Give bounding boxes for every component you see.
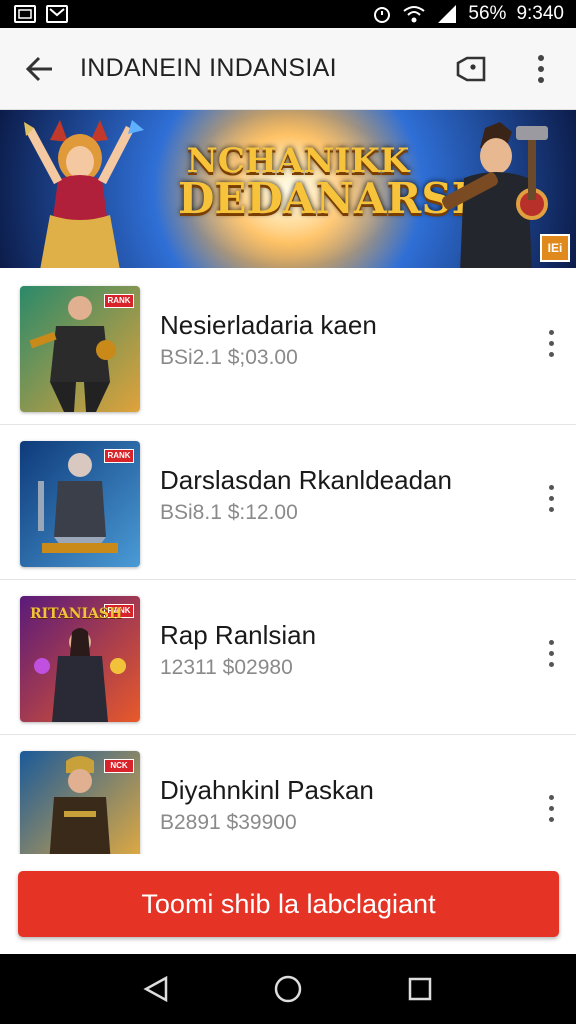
banner-rating-badge: IEi bbox=[540, 234, 570, 262]
product-thumbnail: RANK bbox=[20, 441, 140, 567]
more-vert-icon bbox=[538, 54, 544, 83]
signal-icon bbox=[438, 5, 457, 23]
circle-home-icon bbox=[274, 975, 302, 1003]
system-nav-bar bbox=[0, 954, 576, 1024]
nav-back-button[interactable] bbox=[126, 959, 186, 1019]
thumbnail-badge: RANK bbox=[104, 449, 134, 463]
product-thumbnail: NCK bbox=[20, 751, 140, 854]
wifi-icon bbox=[403, 6, 426, 23]
item-more-button[interactable] bbox=[544, 781, 558, 835]
cta-container: Toomi shib la labclagiant bbox=[0, 856, 576, 954]
product-price: BSi2.1 $;03.00 bbox=[160, 346, 298, 369]
more-vert-icon bbox=[548, 329, 554, 335]
item-more-button[interactable] bbox=[544, 316, 558, 370]
hero-illustration bbox=[441, 122, 548, 268]
alarm-icon bbox=[374, 7, 391, 23]
thumbnail-badge: RANK bbox=[104, 294, 134, 308]
arrow-left-icon bbox=[25, 56, 52, 81]
product-thumbnail: RANK bbox=[20, 286, 140, 412]
product-price: B2891 $39900 bbox=[160, 811, 297, 834]
product-list: RANK Nesierladaria kaen BSi2.1 $;03.00 R… bbox=[0, 270, 576, 854]
page-title: INDANEIN INDANSIAI bbox=[80, 54, 337, 82]
clock: 9:340 bbox=[516, 3, 564, 24]
tag-button[interactable] bbox=[436, 28, 506, 110]
overflow-menu-button[interactable] bbox=[506, 28, 576, 110]
product-title: Nesierladaria kaen bbox=[160, 310, 377, 340]
app-bar: INDANEIN INDANSIAI bbox=[0, 28, 576, 110]
promo-banner[interactable]: NCHANIKK DEDANARSH IEi bbox=[0, 110, 576, 268]
nav-home-button[interactable] bbox=[258, 959, 318, 1019]
gallery-notification-icon bbox=[14, 5, 36, 23]
back-button[interactable] bbox=[0, 28, 80, 110]
nav-recent-button[interactable] bbox=[390, 959, 450, 1019]
product-title: Diyahnkinl Paskan bbox=[160, 775, 374, 805]
thumbnail-logo-text: RITANIASH bbox=[30, 606, 123, 622]
list-item[interactable]: RANK Darslasdan Rkanldeadan BSi8.1 $:12.… bbox=[0, 425, 576, 580]
item-more-button[interactable] bbox=[544, 626, 558, 680]
heroine-illustration bbox=[24, 120, 144, 268]
mail-notification-icon bbox=[46, 5, 68, 23]
more-vert-icon bbox=[548, 794, 554, 800]
more-vert-icon bbox=[548, 639, 554, 645]
product-price: 12311 $02980 bbox=[160, 656, 293, 679]
list-item[interactable]: RANK Nesierladaria kaen BSi2.1 $;03.00 bbox=[0, 270, 576, 425]
tag-icon bbox=[456, 56, 486, 81]
item-more-button[interactable] bbox=[544, 471, 558, 525]
product-price: BSi8.1 $:12.00 bbox=[160, 501, 298, 524]
status-bar: 56% 9:340 bbox=[0, 0, 576, 28]
thumbnail-badge: NCK bbox=[104, 759, 134, 773]
more-vert-icon bbox=[548, 484, 554, 490]
primary-action-button[interactable]: Toomi shib la labclagiant bbox=[18, 871, 559, 937]
triangle-back-icon bbox=[143, 975, 168, 1003]
battery-level: 56% bbox=[468, 3, 507, 24]
product-thumbnail: RANK RITANIASH bbox=[20, 596, 140, 722]
product-title: Darslasdan Rkanldeadan bbox=[160, 465, 452, 495]
list-item[interactable]: RANK RITANIASH Rap Ranlsian 12311 $02980 bbox=[0, 580, 576, 735]
product-title: Rap Ranlsian bbox=[160, 620, 317, 650]
square-recent-icon bbox=[408, 977, 432, 1001]
list-item[interactable]: NCK Diyahnkinl Paskan B2891 $39900 bbox=[0, 735, 576, 854]
banner-logo: NCHANIKK DEDANARSH bbox=[178, 141, 492, 223]
